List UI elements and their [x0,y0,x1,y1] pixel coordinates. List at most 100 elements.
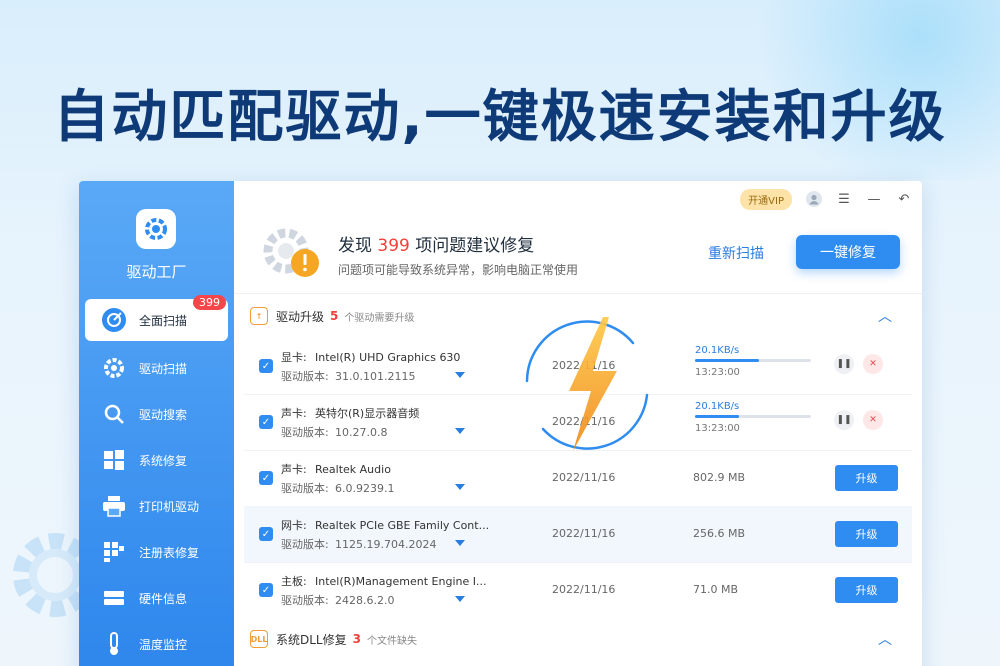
sidebar-item-label: 驱动扫描 [139,361,188,376]
sidebar-item-6[interactable]: 硬件信息 [79,575,234,621]
pause-icon[interactable]: ❚❚ [834,354,854,374]
driver-date: 2022/11/16 [552,359,616,372]
summary-title-prefix: 发现 [338,236,372,256]
version-dropdown-icon[interactable] [455,484,465,490]
section-desc: 个文件缺失 [366,635,417,647]
driver-version: 驱动版本: 10.27.0.8 [281,424,387,440]
device-name: Intel(R) UHD Graphics 630 [315,351,461,364]
download-time: 13:23:00 [695,367,740,378]
driver-version: 驱动版本: 31.0.101.2115 [281,368,415,384]
version-value: 6.0.9239.1 [335,482,395,495]
sidebar-item-2[interactable]: 驱动搜索 [79,391,234,437]
row-checkbox[interactable]: ✓ [259,471,273,485]
gear-icon [101,355,127,381]
row-checkbox[interactable]: ✓ [259,583,273,597]
collapse-chevron-icon[interactable]: ︿ [878,306,892,326]
section-desc: 个驱动需要升级 [344,312,415,324]
upgrade-button[interactable]: 升级 [835,521,898,547]
device-type: 主板: [281,575,307,588]
scan-summary: 发现 399 项问题建议修复 问题项可能导致系统异常，影响电脑正常使用 重新扫描… [234,217,922,293]
version-dropdown-icon[interactable] [455,540,465,546]
driver-date: 2022/11/16 [552,527,616,540]
version-label: 驱动版本: [281,426,329,439]
sidebar-item-label: 驱动搜索 [139,407,188,422]
sidebar: 驱动工厂 全面扫描 399 驱动扫描 驱动搜索 系统修复 打印机驱动 注册表修复 硬件信息 温度… [79,181,234,666]
driver-row: ✓ 显卡: Intel(R) UHD Graphics 630 驱动版本: 31.0.1… [244,338,912,394]
pause-icon[interactable]: ❚❚ [834,410,854,430]
driver-size: 71.0 MB [693,583,739,596]
version-value: 2428.6.2.0 [335,594,395,607]
driver-date: 2022/11/16 [552,471,616,484]
sidebar-item-5[interactable]: 注册表修复 [79,529,234,575]
title-bar: 开通VIP ☰ — ↶ [722,181,922,217]
upgrade-button[interactable]: 升级 [835,465,898,491]
device-name: 英特尔(R)显示器音频 [315,407,420,420]
windows-icon [101,447,127,473]
one-click-fix-button[interactable]: 一键修复 [796,235,900,269]
row-checkbox[interactable]: ✓ [259,359,273,373]
upgrade-button[interactable]: 升级 [835,577,898,603]
issue-count-badge: 399 [193,295,226,310]
rescan-link[interactable]: 重新扫描 [708,243,764,263]
vip-button[interactable]: 开通VIP [740,188,792,210]
version-value: 1125.19.704.2024 [335,538,437,551]
sidebar-item-3[interactable]: 系统修复 [79,437,234,483]
device-type: 网卡: [281,519,307,532]
app-window: 驱动工厂 全面扫描 399 驱动扫描 驱动搜索 系统修复 打印机驱动 注册表修复 硬件信息 温度… [79,181,922,666]
collapse-chevron-icon[interactable]: ︿ [878,629,892,649]
sidebar-item-label: 注册表修复 [139,545,200,560]
section-title: 驱动升级 [276,309,325,324]
row-checkbox[interactable]: ✓ [259,527,273,541]
headline: 自动匹配驱动,一键极速安装和升级 [53,85,947,150]
download-speed: 20.1KB/s [695,345,740,356]
device-name: Intel(R)Management Engine I... [315,575,487,588]
version-dropdown-icon[interactable] [455,428,465,434]
section-count: 3 [352,632,361,646]
issue-count: 399 [377,236,410,256]
section-title: 系统DLL修复 [276,632,347,647]
sidebar-nav: 全面扫描 399 驱动扫描驱动搜索系统修复打印机驱动注册表修复硬件信息温度监控 [79,295,234,666]
menu-icon[interactable]: ☰ [836,191,852,207]
driver-name: 声卡: 英特尔(R)显示器音频 [281,405,419,421]
download-progress-fill [695,415,740,418]
back-icon[interactable]: ↶ [896,191,912,207]
device-type: 声卡: [281,463,307,476]
sidebar-item-4[interactable]: 打印机驱动 [79,483,234,529]
device-type: 显卡: [281,351,307,364]
version-dropdown-icon[interactable] [455,596,465,602]
thermometer-icon [101,631,127,657]
main-panel: 开通VIP ☰ — ↶ 发现 399 项问题建议修复 问题项可能导致系统异常，影… [234,181,922,666]
driver-version: 驱动版本: 2428.6.2.0 [281,592,394,608]
sidebar-item-label: 温度监控 [139,637,188,652]
search-icon [101,401,127,427]
sidebar-item-0[interactable]: 全面扫描 399 [85,295,228,341]
version-label: 驱动版本: [281,370,329,383]
summary-title-suffix: 项问题建议修复 [415,236,535,256]
summary-title: 发现 399 项问题建议修复 [338,231,534,256]
sidebar-item-label: 系统修复 [139,453,188,468]
section-driver-upgrade: ↑ 驱动升级 5 个驱动需要升级 [250,304,414,328]
sidebar-item-7[interactable]: 温度监控 [79,621,234,666]
cancel-icon[interactable]: ✕ [863,354,883,374]
section-count: 5 [330,309,339,323]
upgrade-arrow-icon: ↑ [250,307,268,325]
version-dropdown-icon[interactable] [455,372,465,378]
cancel-icon[interactable]: ✕ [863,410,883,430]
registry-icon [101,539,127,565]
row-checkbox[interactable]: ✓ [259,415,273,429]
sidebar-item-label: 硬件信息 [139,591,188,606]
user-avatar-icon[interactable] [806,191,822,207]
download-progress-fill [695,359,759,362]
warning-gear-icon [263,228,319,277]
driver-version: 驱动版本: 6.0.9239.1 [281,480,394,496]
download-time: 13:23:00 [695,423,740,434]
driver-row: ✓ 声卡: 英特尔(R)显示器音频 驱动版本: 10.27.0.8 2022/11/16 2… [244,394,912,450]
driver-row: ✓ 网卡: Realtek PCIe GBE Family Cont... 驱动版本:… [244,506,912,562]
sidebar-item-label: 打印机驱动 [139,499,200,514]
sidebar-item-1[interactable]: 驱动扫描 [79,345,234,391]
minimize-icon[interactable]: — [866,191,882,207]
version-value: 10.27.0.8 [335,426,388,439]
version-label: 驱动版本: [281,594,329,607]
driver-name: 声卡: Realtek Audio [281,461,391,477]
download-speed: 20.1KB/s [695,401,740,412]
